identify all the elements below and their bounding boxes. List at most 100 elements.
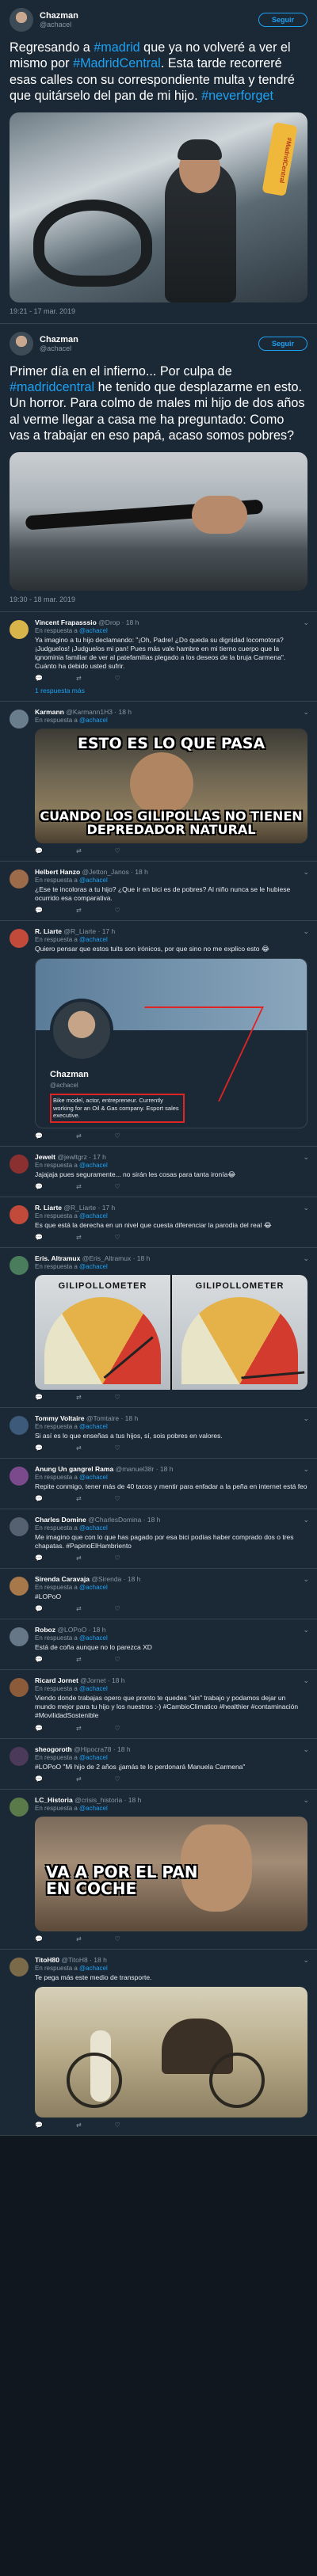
reply-author-handle[interactable]: @Tomtaire · 18 h: [86, 1414, 138, 1422]
reply-item[interactable]: Anung Un gangrel Rama @manuel38r · 18 h …: [0, 1459, 317, 1510]
avatar[interactable]: [10, 1678, 29, 1698]
retweet-icon[interactable]: ⇄: [76, 1132, 82, 1140]
reply-item[interactable]: R. Liarte @R_Liarte · 17 h En respuesta …: [0, 920, 317, 1147]
heart-icon[interactable]: ♡: [115, 1656, 120, 1663]
reply-to-link[interactable]: @achacel: [79, 627, 108, 634]
reply-author-name[interactable]: Tommy Voltaire: [35, 1414, 85, 1422]
reply-author[interactable]: R. Liarte @R_Liarte · 17 h: [35, 927, 307, 935]
reply-item[interactable]: Tommy Voltaire @Tomtaire · 18 h En respu…: [0, 1408, 317, 1459]
reply-icon[interactable]: 💬: [35, 1183, 43, 1190]
heart-icon[interactable]: ♡: [115, 1554, 120, 1562]
chevron-down-icon[interactable]: ⌄: [303, 1254, 309, 1263]
reply-item[interactable]: Karmann @Karmann1H3 · 18 h En respuesta …: [0, 701, 317, 862]
reply-author[interactable]: sheogoroth @Hipocra78 · 18 h: [35, 1745, 307, 1753]
reply-author[interactable]: Jewelt @jewltgrz · 17 h: [35, 1153, 307, 1161]
hashtag-link[interactable]: #madrid: [94, 40, 139, 55]
retweet-icon[interactable]: ⇄: [76, 1234, 82, 1241]
retweet-icon[interactable]: ⇄: [76, 1554, 82, 1562]
heart-icon[interactable]: ♡: [115, 1725, 120, 1732]
hashtag-link[interactable]: #madridcentral: [10, 380, 94, 394]
reply-author-handle[interactable]: @Sirenda · 18 h: [91, 1575, 140, 1583]
reply-to-link[interactable]: @achacel: [79, 1634, 108, 1642]
reply-to-link[interactable]: @achacel: [79, 1212, 108, 1220]
reply-author-handle[interactable]: @Karmann1H3 · 18 h: [66, 708, 132, 716]
show-more-replies-link[interactable]: 1 respuesta más: [35, 687, 307, 694]
reply-author-name[interactable]: Anung Un gangrel Rama: [35, 1465, 113, 1473]
reply-author-name[interactable]: Eris. Altramux: [35, 1254, 80, 1262]
retweet-icon[interactable]: ⇄: [76, 1605, 82, 1612]
reply-author[interactable]: Ricard Jornet @Jornet · 18 h: [35, 1676, 307, 1684]
reply-author-handle[interactable]: @jewltgrz · 17 h: [57, 1153, 106, 1161]
reply-item[interactable]: Jewelt @jewltgrz · 17 h En respuesta a @…: [0, 1146, 317, 1198]
meme-image[interactable]: ESTO ES LO QUE PASA CUANDO LOS GILIPOLLA…: [35, 728, 307, 843]
avatar[interactable]: [10, 1746, 29, 1766]
avatar[interactable]: [10, 8, 33, 32]
reply-author-name[interactable]: R. Liarte: [35, 1204, 62, 1212]
reply-author-handle[interactable]: @manuel38r · 18 h: [116, 1465, 174, 1473]
avatar[interactable]: [10, 928, 29, 948]
retweet-icon[interactable]: ⇄: [76, 1775, 82, 1783]
reply-icon[interactable]: 💬: [35, 1935, 43, 1942]
reply-icon[interactable]: 💬: [35, 1775, 43, 1783]
rickshaw-image[interactable]: [35, 1986, 307, 2117]
heart-icon[interactable]: ♡: [115, 1605, 120, 1612]
reply-to-link[interactable]: @achacel: [79, 1685, 108, 1692]
chevron-down-icon[interactable]: ⌄: [303, 1575, 309, 1584]
heart-icon[interactable]: ♡: [115, 1234, 120, 1241]
reply-icon[interactable]: 💬: [35, 1554, 43, 1562]
reply-icon[interactable]: 💬: [35, 1656, 43, 1663]
reply-author-handle[interactable]: @Hipocra78 · 18 h: [74, 1745, 130, 1753]
reply-item[interactable]: Vincent Frapasssio @Drop · 18 h En respu…: [0, 611, 317, 702]
meter-image[interactable]: GILIPOLLOMETER GILIPOLLOMETER: [35, 1275, 307, 1391]
reply-author-name[interactable]: TitoH80: [35, 1956, 59, 1964]
reply-item[interactable]: TitoH80 @TitoH8 · 18 h En respuesta a @a…: [0, 1949, 317, 2136]
avatar[interactable]: [10, 1517, 29, 1537]
reply-icon[interactable]: 💬: [35, 1495, 43, 1502]
retweet-icon[interactable]: ⇄: [76, 2121, 82, 2129]
retweet-icon[interactable]: ⇄: [76, 1183, 82, 1190]
reply-author[interactable]: Vincent Frapasssio @Drop · 18 h: [35, 618, 307, 626]
reply-icon[interactable]: 💬: [35, 1234, 43, 1241]
retweet-icon[interactable]: ⇄: [76, 1656, 82, 1663]
reply-author-handle[interactable]: @Drop · 18 h: [98, 618, 139, 626]
reply-item[interactable]: sheogoroth @Hipocra78 · 18 h En respuest…: [0, 1738, 317, 1790]
reply-icon[interactable]: 💬: [35, 907, 43, 914]
reply-to-link[interactable]: @achacel: [79, 1754, 108, 1761]
heart-icon[interactable]: ♡: [115, 1394, 120, 1401]
reply-author-handle[interactable]: @R_Liarte · 17 h: [63, 927, 115, 935]
retweet-icon[interactable]: ⇄: [76, 1495, 82, 1502]
meme-image[interactable]: VA A POR EL PAN EN COCHE: [35, 1816, 307, 1931]
author-handle[interactable]: @achacel: [40, 21, 258, 29]
avatar[interactable]: [10, 1416, 29, 1436]
reply-author-handle[interactable]: @Jetton_Janos · 18 h: [82, 868, 148, 876]
retweet-icon[interactable]: ⇄: [76, 1935, 82, 1942]
reply-author[interactable]: TitoH80 @TitoH8 · 18 h: [35, 1956, 307, 1964]
chevron-down-icon[interactable]: ⌄: [303, 1465, 309, 1474]
reply-author-handle[interactable]: @LOPoO · 18 h: [57, 1626, 105, 1634]
chevron-down-icon[interactable]: ⌄: [303, 868, 309, 877]
reply-author[interactable]: Roboz @LOPoO · 18 h: [35, 1626, 307, 1634]
reply-author[interactable]: Charles Domine @CharlesDomina · 18 h: [35, 1516, 307, 1524]
chevron-down-icon[interactable]: ⌄: [303, 1414, 309, 1423]
chevron-down-icon[interactable]: ⌄: [303, 708, 309, 717]
reply-item[interactable]: R. Liarte @R_Liarte · 17 h En respuesta …: [0, 1197, 317, 1249]
reply-item[interactable]: Eris. Altramux @Eris_Altramux · 18 h En …: [0, 1248, 317, 1409]
heart-icon[interactable]: ♡: [115, 1775, 120, 1783]
reply-author[interactable]: R. Liarte @R_Liarte · 17 h: [35, 1204, 307, 1212]
reply-author-name[interactable]: sheogoroth: [35, 1745, 72, 1753]
reply-to-link[interactable]: @achacel: [79, 936, 108, 943]
chevron-down-icon[interactable]: ⌄: [303, 1626, 309, 1634]
reply-author-handle[interactable]: @R_Liarte · 17 h: [63, 1204, 115, 1212]
heart-icon[interactable]: ♡: [115, 1183, 120, 1190]
reply-to-link[interactable]: @achacel: [79, 1965, 108, 1972]
reply-item[interactable]: Helbert Hanzo @Jetton_Janos · 18 h En re…: [0, 861, 317, 921]
reply-item[interactable]: Ricard Jornet @Jornet · 18 h En respuest…: [0, 1670, 317, 1739]
chevron-down-icon[interactable]: ⌄: [303, 618, 309, 627]
follow-button[interactable]: Seguir: [258, 13, 307, 27]
chevron-down-icon[interactable]: ⌄: [303, 1516, 309, 1524]
reply-author-handle[interactable]: @TitoH8 · 18 h: [61, 1956, 106, 1964]
heart-icon[interactable]: ♡: [115, 847, 120, 854]
reply-icon[interactable]: 💬: [35, 2121, 43, 2129]
reply-author[interactable]: Eris. Altramux @Eris_Altramux · 18 h: [35, 1254, 307, 1262]
chevron-down-icon[interactable]: ⌄: [303, 1204, 309, 1212]
